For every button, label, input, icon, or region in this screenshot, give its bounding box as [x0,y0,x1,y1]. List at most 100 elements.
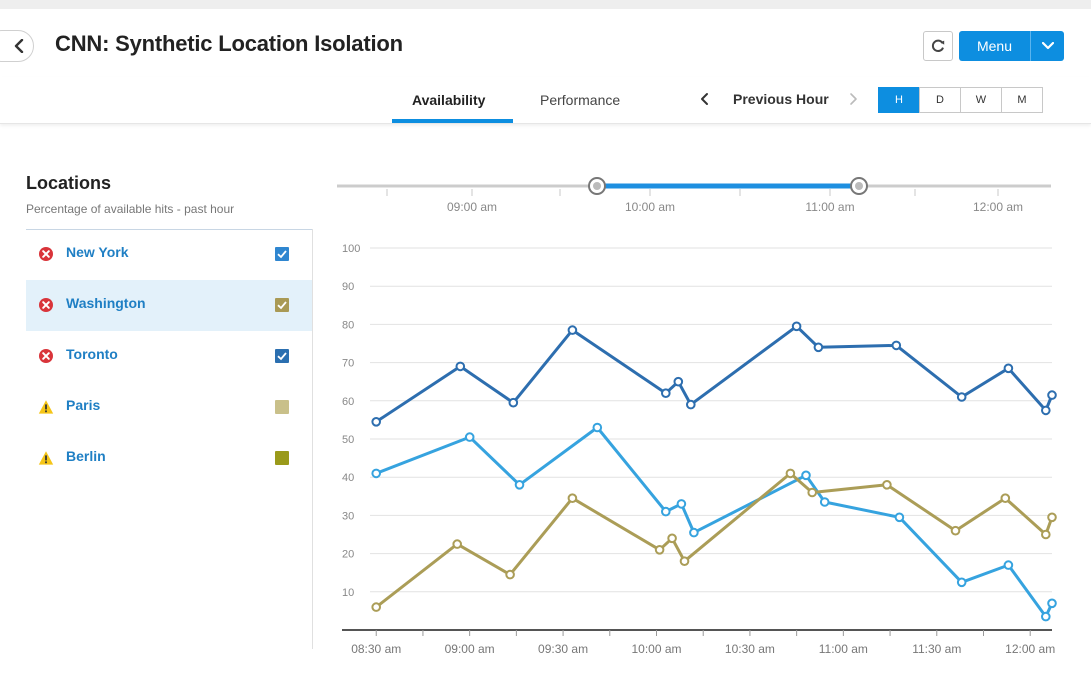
location-name[interactable]: Toronto [66,346,118,362]
x-tick-label: 10:00 am [631,642,681,656]
locations-panel-border [312,229,313,649]
data-point[interactable] [689,527,699,538]
data-point[interactable] [882,480,892,490]
error-icon [38,297,54,318]
data-point[interactable] [567,493,578,504]
series-line [375,471,1054,609]
data-point[interactable] [654,545,665,555]
back-button[interactable] [0,30,34,62]
series-line [375,324,1054,424]
y-tick-label: 100 [342,243,360,255]
data-point[interactable] [894,512,905,523]
data-point[interactable] [807,487,818,498]
x-tick-label: 09:00 am [445,642,495,656]
location-name[interactable]: New York [66,244,129,260]
menu-button[interactable]: Menu [959,31,1064,61]
data-point[interactable] [1047,598,1057,609]
chevron-left-icon [14,39,24,53]
location-item-washington[interactable]: Washington [26,280,312,331]
data-point[interactable] [785,468,796,479]
data-point[interactable] [371,468,382,479]
data-point[interactable] [514,480,525,490]
data-point[interactable] [676,499,687,509]
data-point[interactable] [661,388,671,398]
range-button-week[interactable]: W [960,87,1002,113]
data-point[interactable] [1041,529,1051,540]
data-point[interactable] [1047,390,1057,400]
tab-availability[interactable]: Availability [412,92,485,108]
data-point[interactable] [1003,363,1014,374]
locations-subtitle: Percentage of available hits - past hour [26,202,235,216]
location-item-berlin[interactable]: Berlin [26,433,312,484]
data-point[interactable] [956,392,967,402]
chevron-left-icon [701,93,708,105]
data-point[interactable] [1041,405,1051,416]
location-item-toronto[interactable]: Toronto [26,331,312,382]
data-point[interactable] [891,340,902,351]
data-point[interactable] [661,506,671,517]
refresh-button[interactable] [923,31,953,61]
data-point[interactable] [813,342,824,353]
period-label: Previous Hour [733,91,829,107]
location-name[interactable]: Berlin [66,448,106,464]
previous-period-button[interactable] [700,92,710,111]
data-point[interactable] [1041,611,1051,622]
location-name[interactable]: Washington [66,295,146,311]
data-point[interactable] [508,397,519,408]
location-item-paris[interactable]: Paris [26,382,312,433]
error-icon [38,348,54,369]
data-point[interactable] [667,533,677,544]
location-checkbox[interactable] [275,247,289,261]
checkmark-icon [277,250,287,259]
data-point[interactable] [686,399,696,410]
y-tick-label: 50 [342,434,354,446]
data-point[interactable] [956,577,967,588]
data-point[interactable] [505,569,515,580]
location-name[interactable]: Paris [66,397,100,413]
location-checkbox[interactable] [275,400,289,414]
range-button-month[interactable]: M [1001,87,1043,113]
x-tick-label: 10:30 am [725,642,775,656]
data-point[interactable] [455,361,466,372]
menu-button-label: Menu [976,38,1013,54]
y-tick-label: 80 [342,319,354,331]
location-list: New York Washington Toronto Paris Berlin [26,229,312,484]
data-point[interactable] [1003,560,1014,570]
checkmark-icon [277,301,287,310]
data-point[interactable] [1000,493,1011,504]
tab-performance[interactable]: Performance [540,92,620,108]
data-point[interactable] [371,417,382,427]
data-point[interactable] [950,525,961,536]
location-checkbox[interactable] [275,349,289,363]
x-tick-label: 11:30 am [912,642,961,656]
location-checkbox[interactable] [275,451,289,465]
data-point[interactable] [801,470,811,481]
time-range-selector: H D W M [878,87,1043,113]
data-point[interactable] [371,602,382,612]
data-point[interactable] [1047,512,1057,523]
page-title: CNN: Synthetic Location Isolation [55,31,403,56]
range-button-hour[interactable]: H [878,87,920,113]
range-button-day[interactable]: D [919,87,961,113]
next-period-button[interactable] [848,92,858,111]
location-item-new-york[interactable]: New York [26,229,312,280]
x-tick-label: 09:30 am [538,642,588,656]
x-tick-label: 11:00 am [819,642,868,656]
data-point[interactable] [464,432,475,442]
data-point[interactable] [673,376,684,387]
y-tick-label: 20 [342,549,354,561]
page-header: CNN: Synthetic Location Isolation Menu [0,9,1091,77]
data-point[interactable] [452,539,462,549]
data-point[interactable] [567,325,578,335]
chart-series [371,321,1057,622]
y-axis: 10 20 30 40 50 60 70 80 90 100 [342,243,360,599]
window-top-strip [0,0,1091,9]
warning-icon [38,399,54,420]
menu-dropdown-toggle[interactable] [1031,31,1064,61]
data-point[interactable] [791,321,802,332]
data-point[interactable] [819,497,830,507]
data-point[interactable] [679,556,690,567]
data-point[interactable] [592,422,603,433]
location-checkbox[interactable] [275,298,289,312]
y-tick-label: 90 [342,281,354,293]
